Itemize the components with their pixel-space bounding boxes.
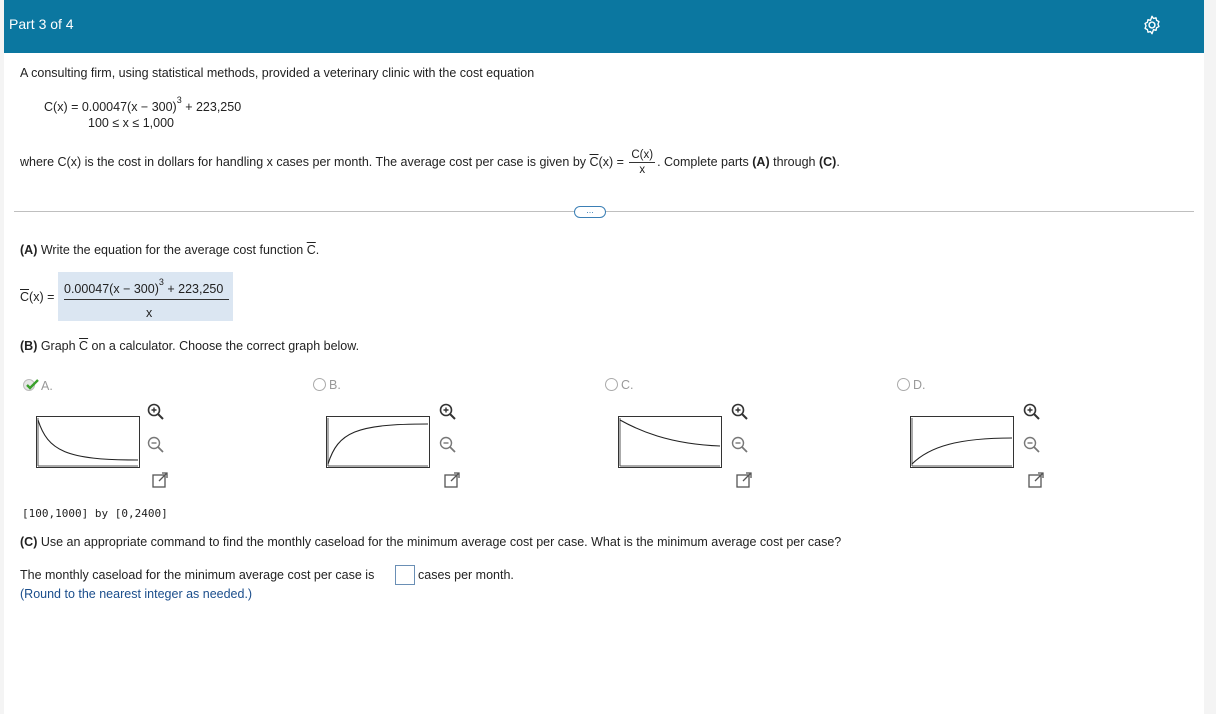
where-pre: where C(x) is the cost in dollars for ha… xyxy=(20,155,590,169)
where-post: . Complete parts xyxy=(657,155,753,169)
header-bar: Part 3 of 4 xyxy=(4,0,1204,53)
part-b-pre: Graph xyxy=(37,339,80,353)
fraction-numerator: C(x) xyxy=(629,149,656,164)
zoom-out-icon[interactable] xyxy=(730,435,750,455)
open-graph-icon[interactable] xyxy=(1026,470,1046,490)
part-b-cbar: C xyxy=(79,339,89,353)
part-a-dot: . xyxy=(315,243,320,257)
intro-text: A consulting firm, using statistical met… xyxy=(20,66,535,80)
choice-b-label: B. xyxy=(329,378,341,392)
zoom-out-icon[interactable] xyxy=(1022,435,1042,455)
part-a-answer[interactable]: 0.00047(x − 300)3 + 223,250 x xyxy=(58,272,233,321)
part-c-answer-post: cases per month. xyxy=(418,568,514,582)
part-c-label: (C) xyxy=(20,535,38,549)
where-end: . xyxy=(836,155,840,169)
zoom-in-icon[interactable] xyxy=(730,402,750,422)
choice-a[interactable]: A. xyxy=(23,378,53,393)
answer-num-text: 0.00047(x − 300) xyxy=(64,282,159,297)
part-indicator: Part 3 of 4 xyxy=(9,16,74,32)
answer-lhs: C(x) = xyxy=(20,290,54,304)
answer-lhs-cbar: C xyxy=(20,290,30,304)
graph-b xyxy=(326,416,430,468)
choice-a-label: A. xyxy=(41,379,53,393)
choice-d-radio[interactable] xyxy=(897,378,910,391)
zoom-out-icon[interactable] xyxy=(146,435,166,455)
choice-d[interactable]: D. xyxy=(897,378,926,392)
answer-num-tail: + 223,250 xyxy=(163,282,224,297)
where-through: through xyxy=(769,155,819,169)
caseload-input[interactable] xyxy=(395,565,415,585)
part-c-prompt: (C) Use an appropriate command to find t… xyxy=(20,535,841,549)
part-c-answer-pre: The monthly caseload for the minimum ave… xyxy=(20,568,375,582)
answer-fraction-bar xyxy=(64,299,229,300)
rounding-hint: (Round to the nearest integer as needed.… xyxy=(20,587,253,601)
zoom-out-icon[interactable] xyxy=(438,435,458,455)
where-part-c: (C) xyxy=(818,155,837,169)
page: Part 3 of 4 A consulting firm, using sta… xyxy=(4,0,1204,714)
part-b-label: (B) xyxy=(20,339,38,353)
where-text: where C(x) is the cost in dollars for ha… xyxy=(20,146,840,178)
graph-a xyxy=(36,416,140,468)
equation-rhs: + 223,250 xyxy=(181,100,242,115)
answer-exponent: 3 xyxy=(158,277,164,287)
answer-denominator: x xyxy=(146,306,153,320)
choice-d-label: D. xyxy=(913,378,926,392)
answer-lhs-text: (x) = xyxy=(29,290,55,304)
part-a-cbar: C xyxy=(306,243,316,257)
choice-b-radio[interactable] xyxy=(313,378,326,391)
open-graph-icon[interactable] xyxy=(150,470,170,490)
fraction-denominator: x xyxy=(639,164,646,177)
where-mid: (x) = xyxy=(598,155,628,169)
choice-c-radio[interactable] xyxy=(605,378,618,391)
part-c-text: Use an appropriate command to find the m… xyxy=(37,535,842,549)
graph-c xyxy=(618,416,722,468)
where-part-a: (A) xyxy=(752,155,770,169)
open-graph-icon[interactable] xyxy=(734,470,754,490)
equation-exponent: 3 xyxy=(176,95,182,105)
part-a-label: (A) xyxy=(20,243,38,257)
zoom-in-icon[interactable] xyxy=(146,402,166,422)
cost-equation: C(x) = 0.00047(x − 300)3 + 223,250 100 ≤… xyxy=(44,95,242,131)
choice-b[interactable]: B. xyxy=(313,378,341,392)
average-cost-fraction: C(x) x xyxy=(629,148,656,177)
equation-domain: 100 ≤ x ≤ 1,000 xyxy=(88,116,174,131)
equation-lhs: C(x) = 0.00047(x − 300) xyxy=(44,100,177,115)
graph-d xyxy=(910,416,1014,468)
more-button[interactable]: ... xyxy=(574,206,606,218)
part-a-text: Write the equation for the average cost … xyxy=(37,243,307,257)
gear-icon[interactable] xyxy=(1141,14,1163,36)
zoom-in-icon[interactable] xyxy=(438,402,458,422)
answer-numerator: 0.00047(x − 300)3 + 223,250 xyxy=(64,277,224,297)
part-b-post: on a calculator. Choose the correct grap… xyxy=(88,339,360,353)
part-b-prompt: (B) Graph C on a calculator. Choose the … xyxy=(20,339,359,353)
choice-c-label: C. xyxy=(621,378,634,392)
open-graph-icon[interactable] xyxy=(442,470,462,490)
checkmark-icon xyxy=(23,379,39,391)
graph-window: [100,1000] by [0,2400] xyxy=(22,507,168,520)
cost-equation-main: C(x) = 0.00047(x − 300)3 + 223,250 xyxy=(44,95,242,115)
choice-c[interactable]: C. xyxy=(605,378,634,392)
zoom-in-icon[interactable] xyxy=(1022,402,1042,422)
part-a-prompt: (A) Write the equation for the average c… xyxy=(20,243,319,257)
where-cbar: C xyxy=(589,155,599,169)
